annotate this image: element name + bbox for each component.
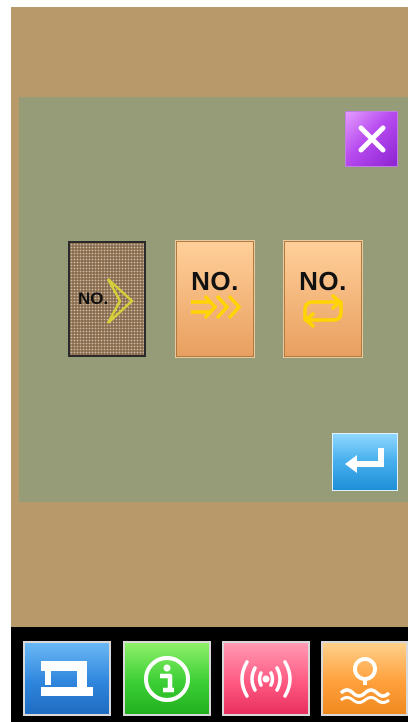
mode-button-1-label: NO. <box>78 289 109 308</box>
mode-button-pattern-number-loop[interactable]: NO. <box>284 241 362 357</box>
sewing-machine-icon <box>41 660 93 696</box>
bottom-navigation-bar <box>11 627 408 722</box>
double-arrow-right-icon <box>191 294 242 320</box>
close-icon <box>358 125 385 153</box>
sewing-machine-button[interactable] <box>23 641 111 716</box>
mode-button-pattern-number-selected[interactable]: NO. <box>68 241 146 357</box>
loop-arrows-icon <box>303 294 343 328</box>
search-wave-icon <box>339 656 390 704</box>
search-button[interactable] <box>321 641 408 716</box>
close-button[interactable] <box>345 111 398 167</box>
screen: NO. NO. NO. <box>11 7 408 722</box>
info-icon <box>144 655 190 702</box>
enter-return-icon <box>345 448 384 473</box>
enter-button[interactable] <box>332 433 398 491</box>
communication-button[interactable] <box>222 641 310 716</box>
info-button[interactable] <box>123 641 211 716</box>
mode-button-pattern-number-next[interactable]: NO. <box>176 241 254 357</box>
wireless-signal-icon <box>240 659 292 698</box>
